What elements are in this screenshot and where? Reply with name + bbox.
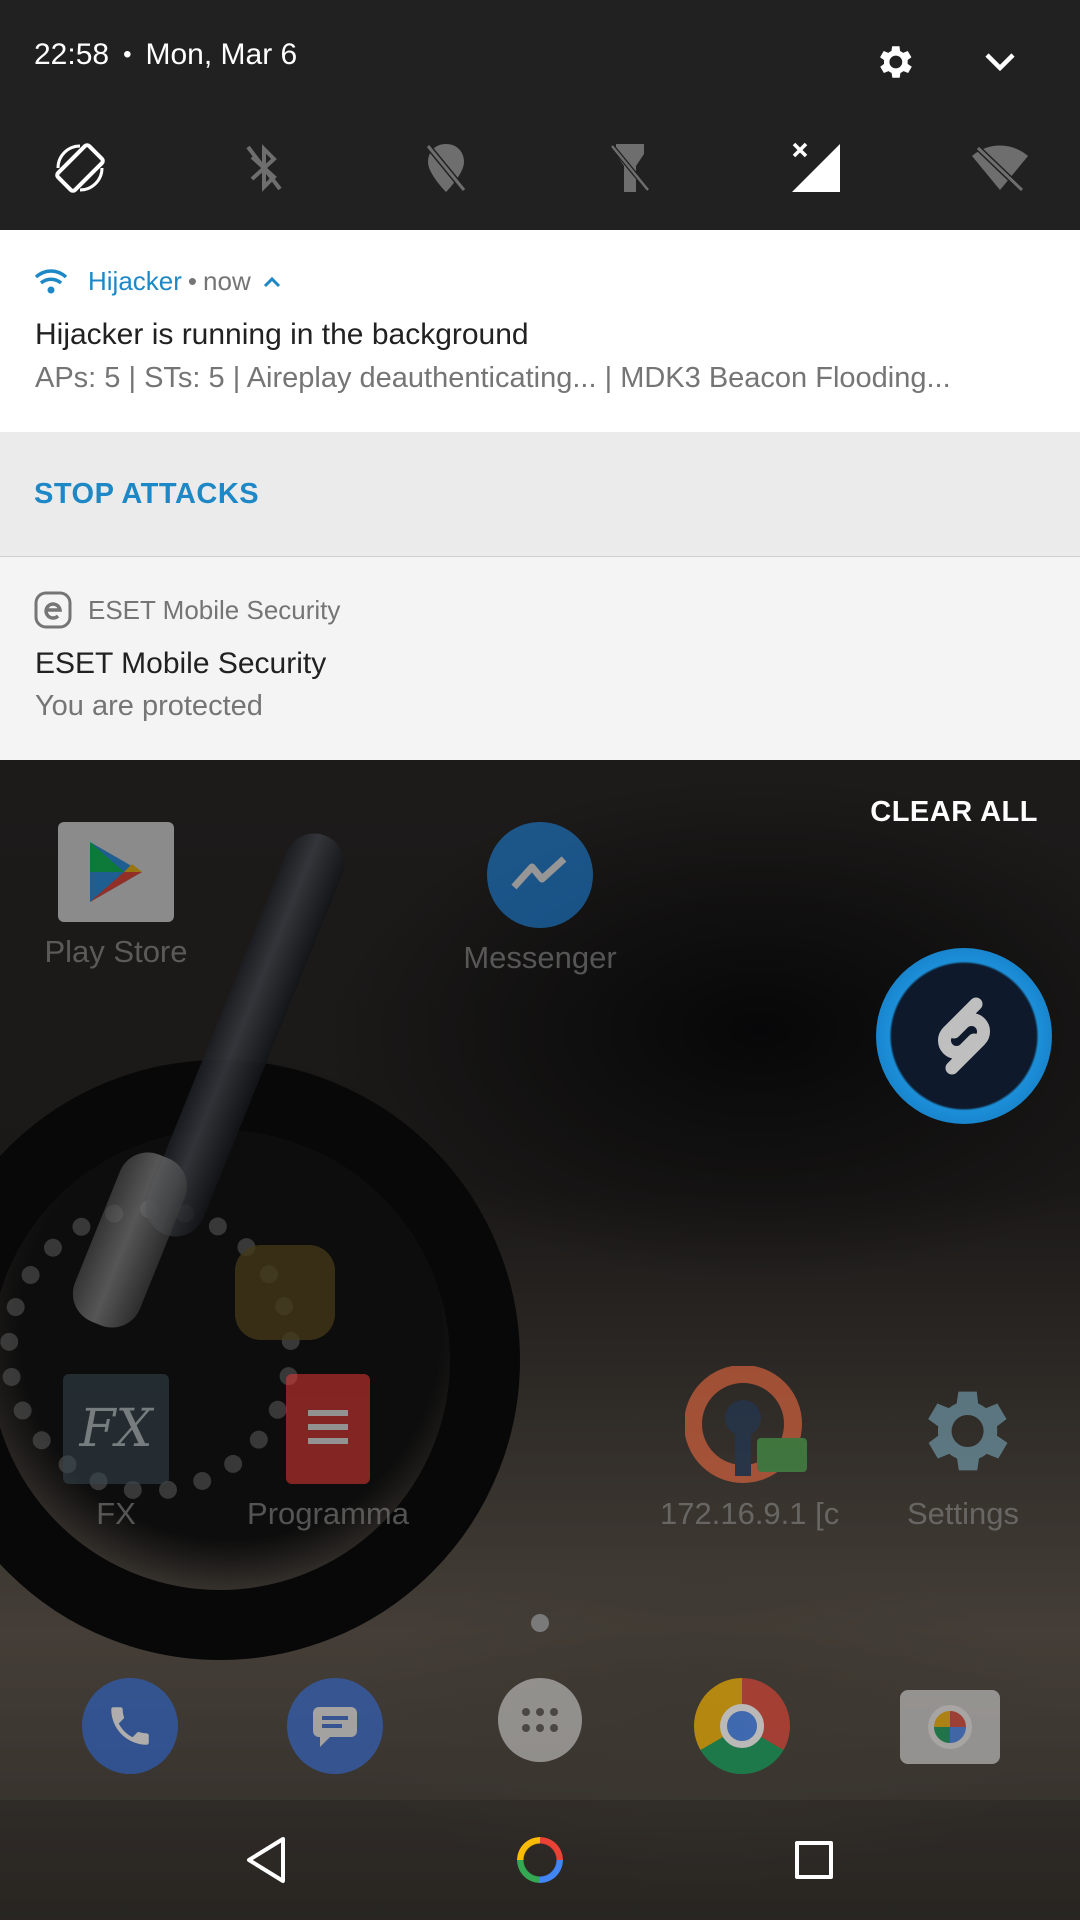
back-button[interactable]: [230, 1824, 302, 1896]
settings-gear-icon: [898, 1366, 1028, 1496]
app-drawer-icon[interactable]: [498, 1678, 582, 1762]
notification-app-name: Hijacker: [88, 266, 182, 296]
shazam-bubble-icon[interactable]: [876, 948, 1052, 1124]
clear-all-button[interactable]: CLEAR ALL: [870, 796, 1038, 829]
phone-icon[interactable]: [82, 1678, 178, 1774]
notification-actions: STOP ATTACKS: [0, 432, 1080, 556]
app-label: Messenger: [463, 940, 617, 975]
back-icon: [247, 1837, 285, 1883]
notification-time: now: [203, 266, 251, 296]
document-icon: [286, 1374, 370, 1484]
qs-tile-wifi[interactable]: [968, 136, 1032, 200]
notification-title: Hijacker is running in the background: [35, 318, 529, 351]
eset-logo-icon: [34, 591, 72, 629]
notification-text: You are protected: [35, 690, 263, 722]
messages-icon[interactable]: [287, 1678, 383, 1774]
wifi-off-icon: [972, 145, 1028, 192]
messenger-icon: [487, 822, 593, 928]
fx-file-explorer-icon: FX: [63, 1374, 169, 1484]
app-fx[interactable]: FX FX: [26, 1374, 206, 1532]
app-settings[interactable]: Settings: [873, 1366, 1053, 1532]
notification-text: APs: 5 | STs: 5 | Aireplay deauthenticat…: [35, 362, 951, 394]
stop-attacks-button[interactable]: STOP ATTACKS: [34, 478, 259, 511]
wifi-icon: [34, 268, 68, 293]
app-openvpn[interactable]: 172.16.9.1 [ce..: [660, 1366, 840, 1532]
play-store-icon: [58, 822, 174, 922]
notification-app-name: ESET Mobile Security: [88, 594, 341, 625]
chrome-icon[interactable]: [694, 1678, 790, 1774]
notification-hijacker[interactable]: Hijacker • now Hijacker is running in th…: [0, 230, 1080, 432]
home-button[interactable]: [504, 1824, 576, 1896]
recents-icon: [795, 1841, 833, 1879]
status-time: 22:58: [34, 38, 110, 71]
app-label: Programma: [247, 1496, 409, 1531]
signal-no-sim-icon: [792, 142, 840, 192]
qs-tile-flashlight[interactable]: [598, 136, 662, 200]
app-label: Settings: [906, 1496, 1019, 1531]
recents-button[interactable]: [778, 1824, 850, 1896]
qs-tile-cellular[interactable]: [784, 136, 848, 200]
expand-button[interactable]: [970, 32, 1030, 92]
status-separator: •: [123, 41, 132, 68]
app-programma[interactable]: Programma: [238, 1374, 418, 1532]
openvpn-icon: [685, 1366, 815, 1496]
app-label: 172.16.9.1 [ce..: [660, 1496, 840, 1531]
location-off-icon: [425, 144, 467, 192]
home-icon: [517, 1837, 563, 1883]
flashlight-off-icon: [610, 144, 650, 192]
app-label: FX: [96, 1496, 136, 1531]
chevron-down-icon: [985, 53, 1015, 72]
settings-button[interactable]: [864, 32, 924, 92]
app-messenger[interactable]: Messenger: [450, 822, 630, 976]
notification-title: ESET Mobile Security: [35, 647, 327, 680]
auto-rotate-icon: [55, 143, 105, 193]
qs-tile-auto-rotate[interactable]: [48, 136, 112, 200]
qs-tile-bluetooth[interactable]: [232, 136, 296, 200]
quick-settings-header: 22:58 • Mon, Mar 6: [0, 0, 1080, 230]
chevron-up-icon[interactable]: [263, 276, 281, 288]
page-indicator: [531, 1614, 549, 1632]
notification-eset[interactable]: ESET Mobile Security ESET Mobile Securit…: [0, 556, 1080, 760]
notification-separator: •: [187, 266, 198, 296]
navigation-bar: [0, 1800, 1080, 1920]
gear-icon: [880, 46, 912, 78]
status-date: Mon, Mar 6: [145, 38, 298, 71]
bluetooth-off-icon: [246, 144, 282, 192]
qs-tile-location[interactable]: [414, 136, 478, 200]
app-label: Play Store: [44, 934, 188, 969]
camera-icon[interactable]: [900, 1690, 1000, 1764]
app-play-store[interactable]: Play Store: [26, 822, 206, 970]
